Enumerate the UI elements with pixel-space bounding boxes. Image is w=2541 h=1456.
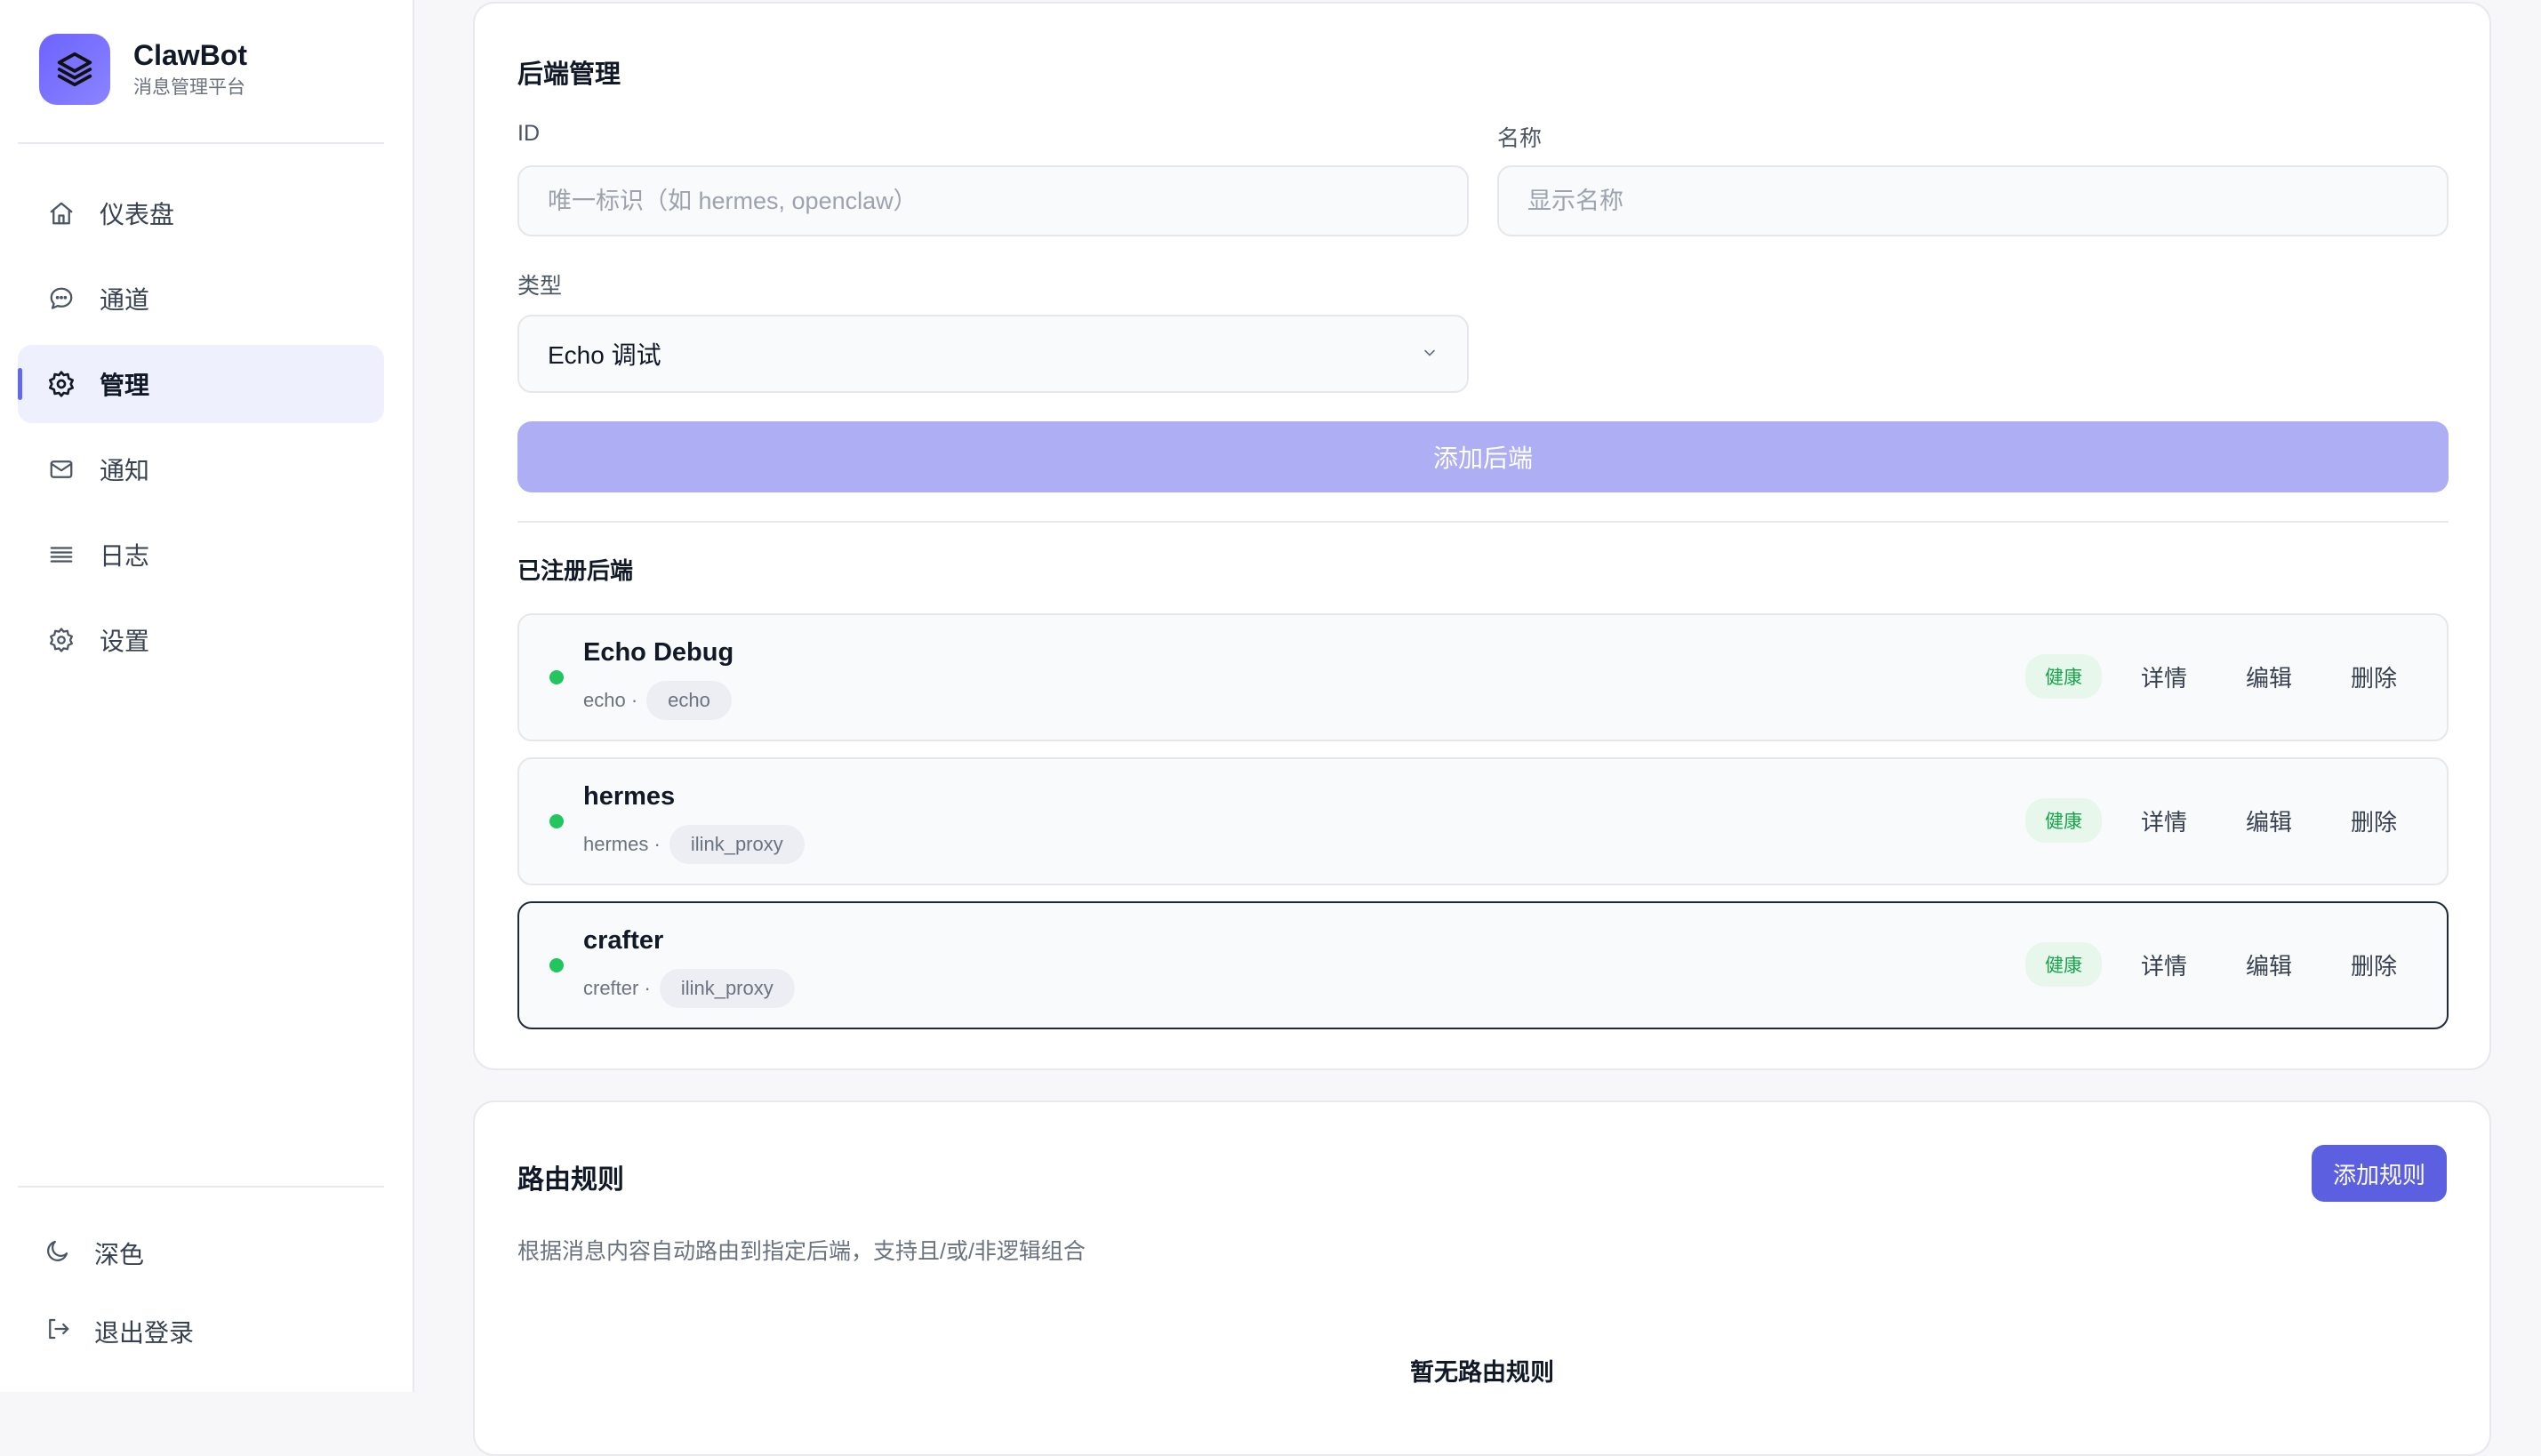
add-rule-button[interactable]: 添加规则 [2312,1145,2447,1202]
backend-row[interactable]: crafter crefter · ilink_proxy 健康 详情 编辑 删… [517,901,2449,1029]
sidebar-item-channels[interactable]: 通道 [18,260,384,338]
backend-name: hermes [583,782,676,811]
sidebar-bottom: 深色 退出登录 [18,1214,384,1371]
name-input[interactable] [1497,165,2449,236]
sidebar-item-label: 仪表盘 [100,201,175,228]
status-badge: 健康 [2024,942,2102,987]
status-badge: 健康 [2024,798,2102,843]
backend-row[interactable]: Echo Debug echo · echo 健康 详情 编辑 删除 [517,613,2449,741]
backend-type-tag: ilink_proxy [659,969,795,1008]
edit-button[interactable]: 编辑 [2246,948,2292,981]
logout-label: 退出登录 [94,1319,195,1347]
gear-icon [46,625,76,655]
backend-id: echo [583,689,626,711]
detail-button[interactable]: 详情 [2141,804,2187,837]
mail-icon [46,454,76,484]
routing-empty-state: 暂无路由规则 [1410,1359,1554,1386]
sidebar-nav: 仪表盘 通道 管理 通知 日志 设置 [18,174,384,686]
sidebar-item-label: 通知 [100,457,150,484]
backend-meta: crefter · ilink_proxy [583,969,795,1008]
id-label: ID [517,121,540,146]
backend-name: Echo Debug [583,638,734,667]
detail-button[interactable]: 详情 [2141,948,2187,981]
routing-rules-card: 路由规则 添加规则 根据消息内容自动路由到指定后端，支持且/或/非逻辑组合 暂无… [473,1100,2491,1456]
gear-icon [46,369,76,399]
type-select-value: Echo 调试 [548,341,661,369]
name-label: 名称 [1497,126,1543,151]
edit-button[interactable]: 编辑 [2246,660,2292,693]
backend-actions: 健康 详情 编辑 删除 [2024,798,2397,843]
sidebar-divider-bottom [18,1186,384,1188]
backend-name: crafter [583,926,664,955]
brand[interactable]: ClawBot 消息管理平台 [39,34,247,105]
backend-actions: 健康 详情 编辑 删除 [2024,942,2397,987]
backend-type-tag: echo [646,681,732,720]
home-icon [46,198,76,228]
backend-id: hermes [583,833,649,855]
sidebar-item-settings[interactable]: 设置 [18,601,384,679]
dark-mode-label: 深色 [94,1241,145,1268]
sidebar-item-dashboard[interactable]: 仪表盘 [18,174,384,252]
layers-logo-icon [39,34,110,105]
backend-meta: echo · echo [583,681,732,720]
logout-button[interactable]: 退出登录 [18,1292,384,1371]
status-dot [549,670,564,684]
sidebar-item-logs[interactable]: 日志 [18,516,384,594]
chevron-down-icon [1421,340,1439,368]
delete-button[interactable]: 删除 [2351,804,2397,837]
delete-button[interactable]: 删除 [2351,948,2397,981]
status-dot [549,814,564,828]
type-select[interactable]: Echo 调试 [517,315,1469,393]
id-input[interactable] [517,165,1469,236]
backend-management-card: 后端管理 ID 名称 类型 Echo 调试 添加后端 已注册后端 Echo De… [473,2,2491,1070]
detail-button[interactable]: 详情 [2141,660,2187,693]
delete-button[interactable]: 删除 [2351,660,2397,693]
type-label: 类型 [517,274,563,299]
brand-subtitle: 消息管理平台 [133,77,245,98]
routing-description: 根据消息内容自动路由到指定后端，支持且/或/非逻辑组合 [517,1239,1086,1264]
sidebar-item-label: 管理 [100,372,150,399]
list-icon [46,540,76,570]
sidebar-item-label: 设置 [100,628,150,655]
backend-id: crefter [583,977,639,999]
sidebar-item-label: 日志 [100,542,150,570]
backend-row[interactable]: hermes hermes · ilink_proxy 健康 详情 编辑 删除 [517,757,2449,885]
sidebar-item-label: 通道 [100,286,150,314]
section-title-routing: 路由规则 [517,1165,624,1195]
backend-type-tag: ilink_proxy [669,825,805,864]
add-backend-button[interactable]: 添加后端 [517,421,2449,492]
edit-button[interactable]: 编辑 [2246,804,2292,837]
brand-name: ClawBot [133,39,247,71]
status-badge: 健康 [2024,654,2102,699]
section-title-backend: 后端管理 [517,60,621,89]
section-divider [517,521,2449,523]
logout-icon [44,1316,71,1348]
status-dot [549,958,564,972]
backend-actions: 健康 详情 编辑 删除 [2024,654,2397,699]
chat-bubble-icon [46,284,76,314]
registered-backends-title: 已注册后端 [517,557,634,584]
sidebar-item-management[interactable]: 管理 [18,345,384,423]
dark-mode-toggle[interactable]: 深色 [18,1214,384,1292]
backend-meta: hermes · ilink_proxy [583,825,805,864]
sidebar: ClawBot 消息管理平台 仪表盘 通道 管理 通知 日志 设置 深色 退出登… [0,0,414,1392]
moon-icon [44,1237,71,1270]
sidebar-item-notifications[interactable]: 通知 [18,430,384,508]
sidebar-divider-top [18,142,384,144]
